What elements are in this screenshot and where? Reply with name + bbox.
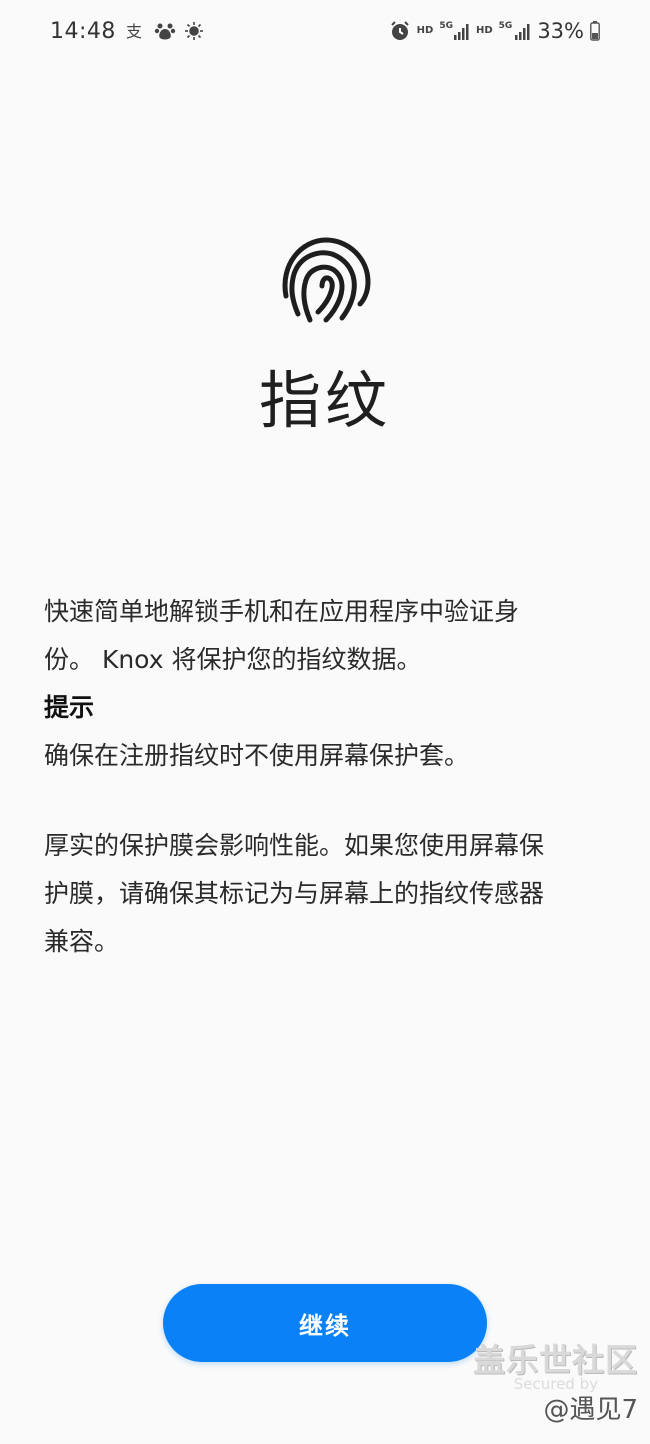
signal-5g-icon-1: 5G xyxy=(439,22,470,40)
sun-icon xyxy=(184,21,204,41)
svg-text:支: 支 xyxy=(126,22,142,41)
watermark-author: @遇见7 xyxy=(543,1395,638,1425)
alipay-icon: 支 xyxy=(124,20,146,42)
alarm-icon xyxy=(389,20,411,42)
tip-2-line-3: 兼容。 xyxy=(44,927,120,956)
tip-heading: 提示 xyxy=(44,693,95,722)
status-right: HD 5G HD 5G 33% xyxy=(389,19,600,43)
5g-label-1: 5G xyxy=(439,21,453,31)
baidu-paw-icon xyxy=(154,20,176,42)
description-line-2: 份。 Knox 将保护您的指纹数据。 xyxy=(44,645,422,674)
signal-5g-icon-2: 5G xyxy=(499,22,532,40)
tip-1: 确保在注册指纹时不使用屏幕保护套。 xyxy=(44,741,470,770)
tip-2-line-2: 护膜，请确保其标记为与屏幕上的指纹传感器 xyxy=(44,879,545,908)
description-line-1: 快速简单地解锁手机和在应用程序中验证身 xyxy=(44,597,520,626)
content-body: 快速简单地解锁手机和在应用程序中验证身 份。 Knox 将保护您的指纹数据。 提… xyxy=(44,588,614,966)
watermark: 盖乐世社区 Secured by @遇见7 xyxy=(473,1335,638,1426)
continue-button[interactable]: 继续 xyxy=(163,1284,487,1362)
battery-percent: 33% xyxy=(537,19,584,43)
hd-label-1: HD xyxy=(416,25,434,36)
fingerprint-icon xyxy=(276,234,374,326)
status-left: 14:48 支 xyxy=(50,19,204,44)
5g-label-2: 5G xyxy=(498,21,513,31)
battery-icon xyxy=(590,21,600,41)
page-title: 指纹 xyxy=(258,364,391,437)
hd-label-2: HD xyxy=(475,25,493,36)
tip-2-line-1: 厚实的保护膜会影响性能。如果您使用屏幕保 xyxy=(44,831,545,860)
status-bar: 14:48 支 HD 5G HD 5G 33% xyxy=(0,0,650,62)
clock: 14:48 xyxy=(50,18,116,44)
